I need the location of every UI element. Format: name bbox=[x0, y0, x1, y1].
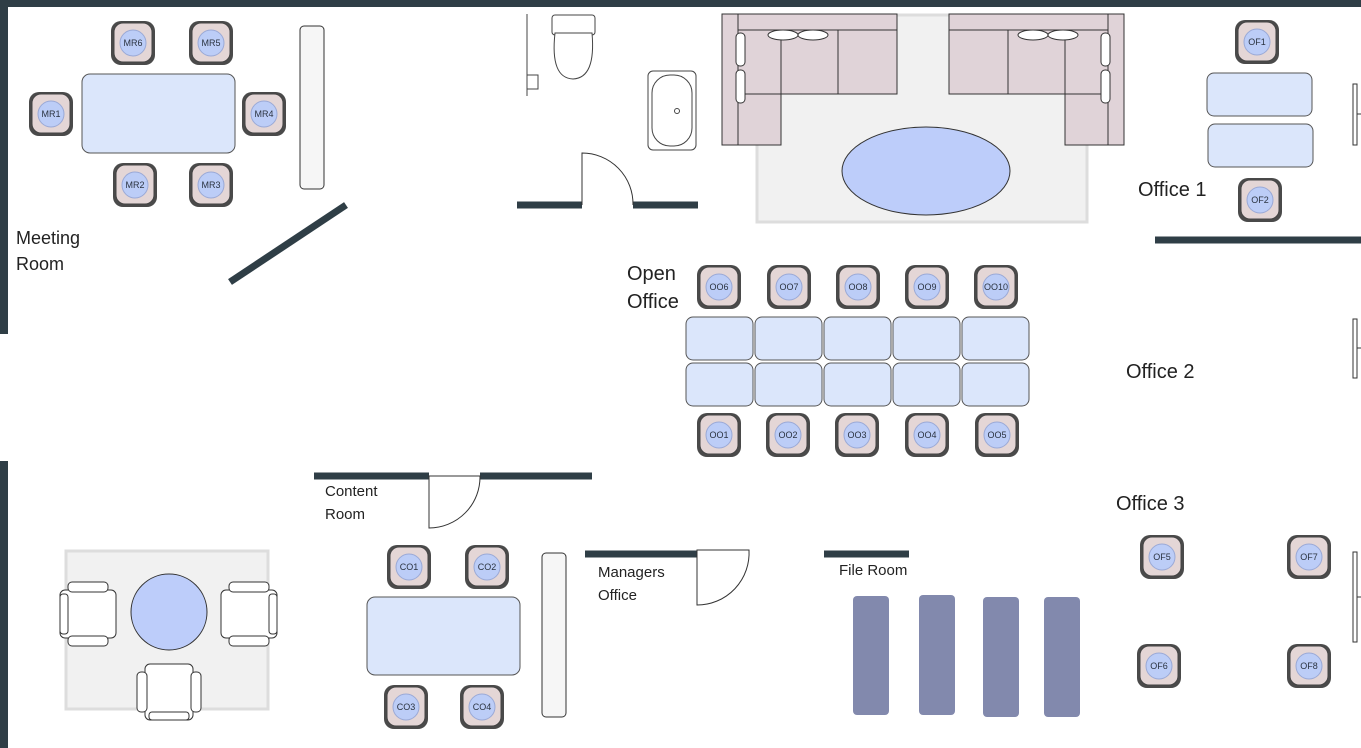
content-room-whiteboard bbox=[541, 552, 567, 718]
seat-label: OO5 bbox=[987, 430, 1006, 440]
seat-label: MR2 bbox=[125, 180, 144, 190]
office-3-label: Office 3 bbox=[1116, 493, 1185, 515]
seat-label: OO1 bbox=[709, 430, 728, 440]
armchair-right bbox=[220, 581, 278, 647]
seat-of8[interactable]: OF8 bbox=[1287, 644, 1331, 688]
left-wall-lower bbox=[0, 461, 8, 748]
armchair-left bbox=[59, 581, 117, 647]
seat-label: MR5 bbox=[201, 38, 220, 48]
seat-co2[interactable]: CO2 bbox=[465, 545, 509, 589]
file-cabinet bbox=[919, 595, 955, 715]
left-wall-upper bbox=[0, 0, 8, 334]
content-room-label: Content Room bbox=[325, 483, 378, 523]
content-room-table bbox=[366, 596, 521, 676]
seat-label: CO1 bbox=[400, 562, 419, 572]
seat-mr6[interactable]: MR6 bbox=[111, 21, 155, 65]
file-cabinet bbox=[853, 596, 889, 715]
seat-of1[interactable]: OF1 bbox=[1235, 20, 1279, 64]
office-1-desk-bottom bbox=[1207, 123, 1314, 168]
seat-label: OO4 bbox=[917, 430, 936, 440]
office-1-label: Office 1 bbox=[1138, 179, 1207, 201]
seat-oo2[interactable]: OO2 bbox=[766, 413, 810, 457]
seat-oo9[interactable]: OO9 bbox=[905, 265, 949, 309]
seat-label: OO2 bbox=[778, 430, 797, 440]
seat-label: OF1 bbox=[1248, 37, 1266, 47]
seat-label: CO4 bbox=[473, 702, 492, 712]
content-room-door bbox=[428, 475, 481, 529]
seat-mr5[interactable]: MR5 bbox=[189, 21, 233, 65]
round-table bbox=[130, 573, 208, 651]
open-office-desks bbox=[685, 316, 1030, 407]
seat-mr3[interactable]: MR3 bbox=[189, 163, 233, 207]
top-wall bbox=[0, 0, 1361, 7]
office-1-desk-top bbox=[1206, 72, 1313, 117]
toilet bbox=[551, 14, 596, 80]
seat-label: MR6 bbox=[123, 38, 142, 48]
office-1-window bbox=[1352, 83, 1361, 146]
seat-co4[interactable]: CO4 bbox=[460, 685, 504, 729]
file-room-label: File Room bbox=[839, 562, 908, 579]
armchair-bottom bbox=[136, 663, 202, 721]
office-3-window bbox=[1352, 551, 1361, 643]
office-2-label: Office 2 bbox=[1126, 361, 1195, 383]
open-office-label: Open Office bbox=[627, 263, 679, 314]
seat-label: OO7 bbox=[779, 282, 798, 292]
seat-of7[interactable]: OF7 bbox=[1287, 535, 1331, 579]
meeting-table bbox=[81, 73, 236, 154]
bathroom-area bbox=[517, 14, 698, 209]
seat-label: CO2 bbox=[478, 562, 497, 572]
seat-oo10[interactable]: OO10 bbox=[974, 265, 1018, 309]
seat-label: OF8 bbox=[1300, 661, 1318, 671]
seat-mr1[interactable]: MR1 bbox=[29, 92, 73, 136]
seat-label: OO10 bbox=[984, 282, 1008, 292]
meeting-room-label: Meeting Room bbox=[16, 228, 81, 274]
reception-lounge bbox=[59, 549, 278, 721]
file-cabinet bbox=[983, 597, 1019, 717]
seat-oo1[interactable]: OO1 bbox=[697, 413, 741, 457]
seat-oo7[interactable]: OO7 bbox=[767, 265, 811, 309]
seat-oo8[interactable]: OO8 bbox=[836, 265, 880, 309]
seat-mr4[interactable]: MR4 bbox=[242, 92, 286, 136]
seat-label: OO3 bbox=[847, 430, 866, 440]
seat-mr2[interactable]: MR2 bbox=[113, 163, 157, 207]
seat-of2[interactable]: OF2 bbox=[1238, 178, 1282, 222]
seat-label: MR4 bbox=[254, 109, 273, 119]
seat-label: OO6 bbox=[709, 282, 728, 292]
seat-oo3[interactable]: OO3 bbox=[835, 413, 879, 457]
seat-label: OF5 bbox=[1153, 552, 1171, 562]
seat-oo6[interactable]: OO6 bbox=[697, 265, 741, 309]
seat-label: MR1 bbox=[41, 109, 60, 119]
office-2-window bbox=[1352, 318, 1361, 379]
seat-label: OO9 bbox=[917, 282, 936, 292]
meeting-room-whiteboard bbox=[299, 25, 325, 190]
seat-label: MR3 bbox=[201, 180, 220, 190]
bathtub bbox=[647, 70, 697, 151]
bathroom-door bbox=[581, 152, 634, 206]
file-cabinet bbox=[1044, 597, 1080, 717]
seat-label: OF6 bbox=[1150, 661, 1168, 671]
managers-office-label: Managers Office bbox=[598, 564, 665, 604]
seat-of5[interactable]: OF5 bbox=[1140, 535, 1184, 579]
coffee-table bbox=[841, 126, 1011, 216]
seat-of6[interactable]: OF6 bbox=[1137, 644, 1181, 688]
seat-label: OF2 bbox=[1251, 195, 1269, 205]
seat-oo4[interactable]: OO4 bbox=[905, 413, 949, 457]
seat-label: OF7 bbox=[1300, 552, 1318, 562]
managers-office-door bbox=[696, 549, 750, 606]
meeting-room-wall-diagonal bbox=[228, 202, 348, 285]
sink bbox=[526, 74, 539, 90]
seat-co3[interactable]: CO3 bbox=[384, 685, 428, 729]
seat-label: CO3 bbox=[397, 702, 416, 712]
seat-co1[interactable]: CO1 bbox=[387, 545, 431, 589]
seat-label: OO8 bbox=[848, 282, 867, 292]
lounge-area bbox=[721, 13, 1125, 224]
seat-oo5[interactable]: OO5 bbox=[975, 413, 1019, 457]
